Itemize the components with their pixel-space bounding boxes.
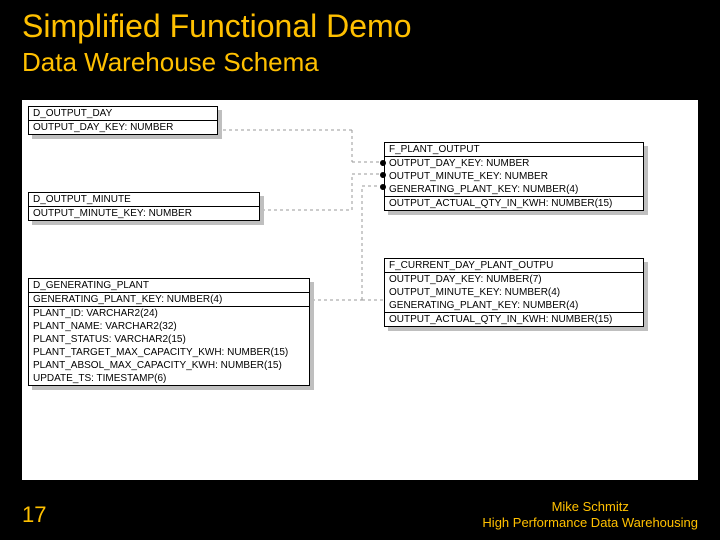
table-f-current-day-plant-output: F_CURRENT_DAY_PLANT_OUTPU OUTPUT_DAY_KEY…: [384, 258, 644, 327]
table-d-output-day: D_OUTPUT_DAY OUTPUT_DAY_KEY: NUMBER: [28, 106, 218, 135]
table-name: F_CURRENT_DAY_PLANT_OUTPU: [385, 259, 643, 273]
table-column: PLANT_ABSOL_MAX_CAPACITY_KWH: NUMBER(15): [29, 359, 309, 372]
table-d-generating-plant: D_GENERATING_PLANT GENERATING_PLANT_KEY:…: [28, 278, 310, 386]
table-column: PLANT_TARGET_MAX_CAPACITY_KWH: NUMBER(15…: [29, 346, 309, 359]
table-column: PLANT_NAME: VARCHAR2(32): [29, 320, 309, 333]
table-column: OUTPUT_DAY_KEY: NUMBER: [385, 157, 643, 170]
table-column: OUTPUT_ACTUAL_QTY_IN_KWH: NUMBER(15): [385, 312, 643, 326]
table-column: PLANT_ID: VARCHAR2(24): [29, 306, 309, 320]
table-column: OUTPUT_MINUTE_KEY: NUMBER: [385, 170, 643, 183]
table-column: OUTPUT_DAY_KEY: NUMBER: [29, 121, 217, 134]
slide-subtitle: Data Warehouse Schema: [0, 47, 720, 88]
table-column: UPDATE_TS: TIMESTAMP(6): [29, 372, 309, 385]
table-column: GENERATING_PLANT_KEY: NUMBER(4): [385, 299, 643, 312]
connector-dot-icon: [380, 160, 386, 166]
table-name: F_PLANT_OUTPUT: [385, 143, 643, 157]
slide-footer: 17 Mike Schmitz High Performance Data Wa…: [0, 496, 720, 540]
table-column: OUTPUT_DAY_KEY: NUMBER(7): [385, 273, 643, 286]
table-column: PLANT_STATUS: VARCHAR2(15): [29, 333, 309, 346]
table-d-output-minute: D_OUTPUT_MINUTE OUTPUT_MINUTE_KEY: NUMBE…: [28, 192, 260, 221]
table-column: OUTPUT_ACTUAL_QTY_IN_KWH: NUMBER(15): [385, 196, 643, 210]
table-name: D_GENERATING_PLANT: [29, 279, 309, 293]
table-f-plant-output: F_PLANT_OUTPUT OUTPUT_DAY_KEY: NUMBER OU…: [384, 142, 644, 211]
connector-dot-icon: [380, 172, 386, 178]
table-column: OUTPUT_MINUTE_KEY: NUMBER: [29, 207, 259, 220]
page-number: 17: [22, 502, 46, 528]
table-column: GENERATING_PLANT_KEY: NUMBER(4): [29, 293, 309, 306]
table-column: GENERATING_PLANT_KEY: NUMBER(4): [385, 183, 643, 196]
connector-dot-icon: [380, 184, 386, 190]
slide-title: Simplified Functional Demo: [0, 0, 720, 47]
credit-block: Mike Schmitz High Performance Data Wareh…: [482, 499, 698, 530]
credit-name: Mike Schmitz: [482, 499, 698, 515]
schema-diagram: D_OUTPUT_DAY OUTPUT_DAY_KEY: NUMBER D_OU…: [22, 100, 698, 480]
table-column: OUTPUT_MINUTE_KEY: NUMBER(4): [385, 286, 643, 299]
table-name: D_OUTPUT_MINUTE: [29, 193, 259, 207]
credit-subtitle: High Performance Data Warehousing: [482, 515, 698, 531]
table-name: D_OUTPUT_DAY: [29, 107, 217, 121]
